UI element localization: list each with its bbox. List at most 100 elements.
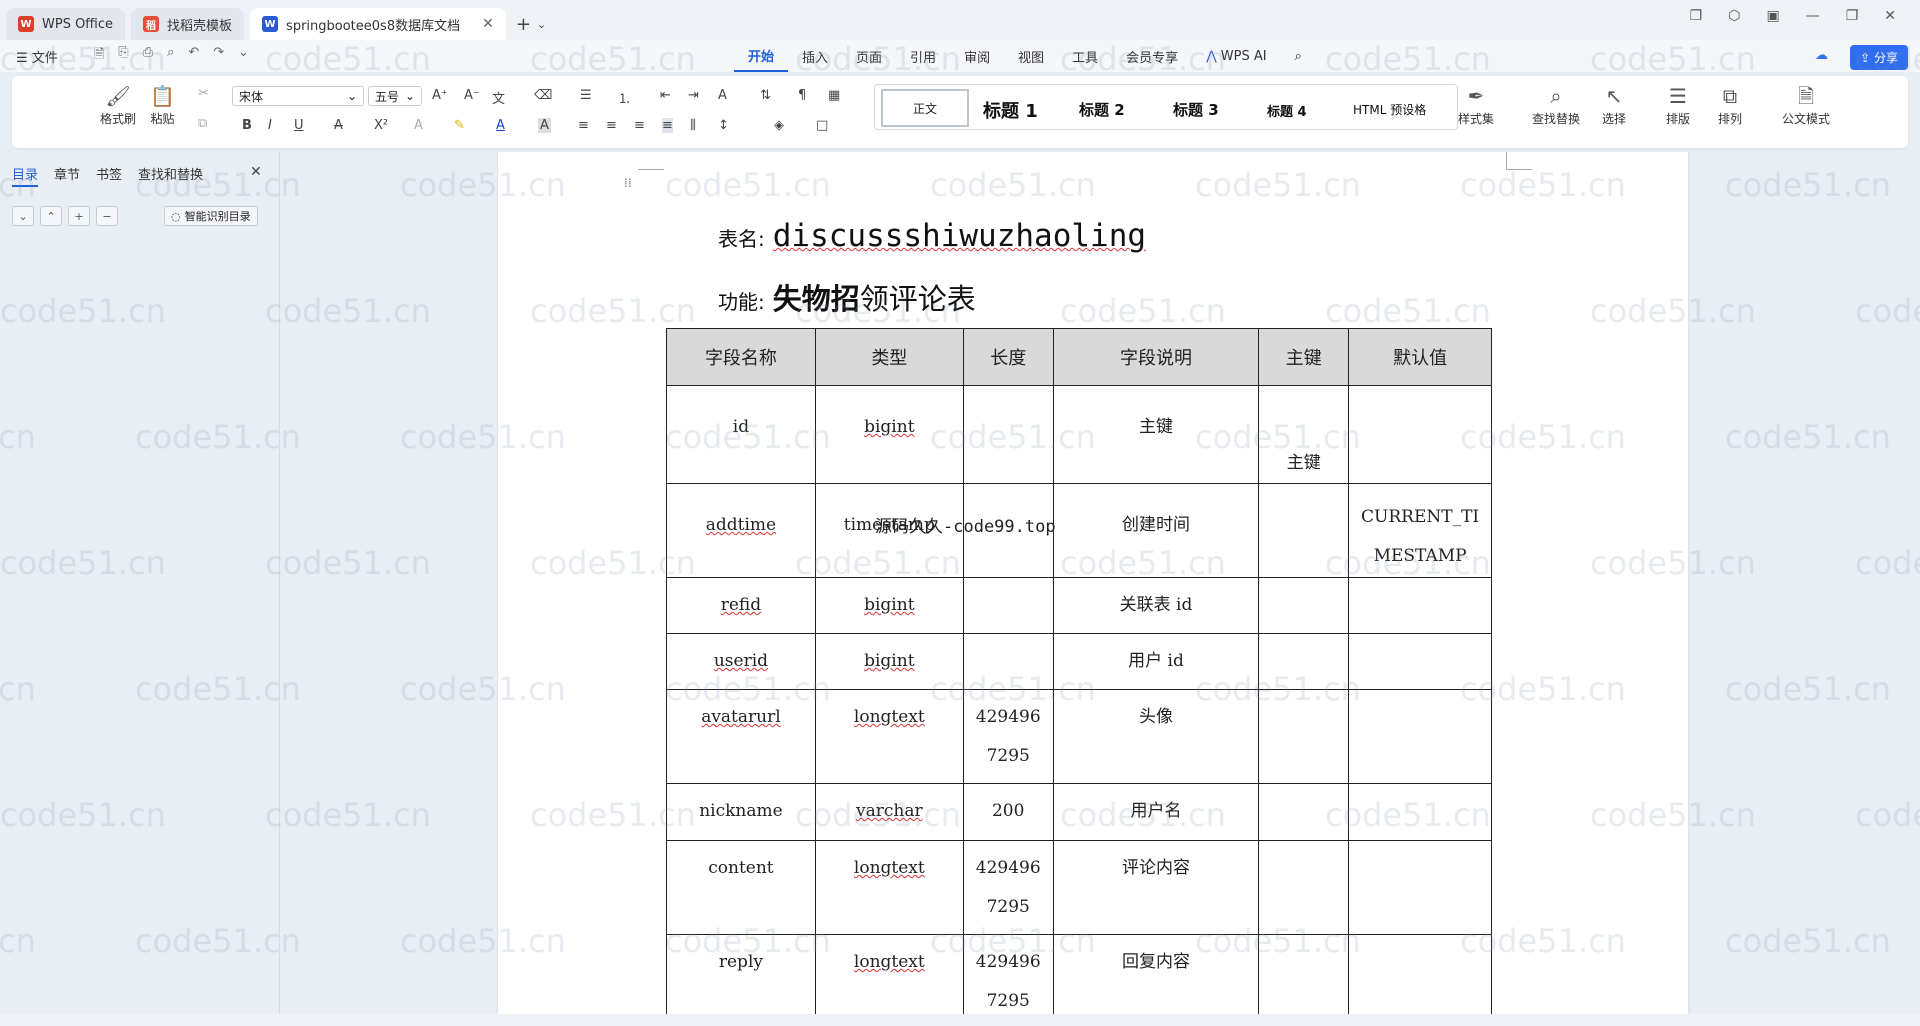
underline-icon[interactable]: U bbox=[294, 118, 304, 133]
tab-document[interactable]: W springbootee0s8数据库文档 ✕ bbox=[250, 8, 506, 40]
format-painter-button[interactable]: 🖌 格式刷 bbox=[100, 86, 136, 127]
smart-toc-button[interactable]: ◌ 智能识别目录 bbox=[164, 206, 258, 226]
cell-description: 主键 bbox=[1052, 385, 1260, 484]
phonetic-icon[interactable]: 文 bbox=[492, 88, 505, 107]
tab-page[interactable]: 页面 bbox=[842, 40, 896, 72]
select-button[interactable]: ↖ 选择 bbox=[1602, 86, 1626, 127]
clear-format-icon[interactable]: ⌫ bbox=[534, 88, 552, 103]
border-icon[interactable]: □ bbox=[816, 118, 828, 133]
decrease-font-icon[interactable]: A⁻ bbox=[464, 88, 480, 103]
style-heading-2[interactable]: 标题 2 bbox=[1079, 99, 1125, 120]
text-effect-icon[interactable]: A bbox=[414, 118, 423, 133]
undo-icon[interactable]: ↶ bbox=[188, 45, 199, 67]
tab-insert[interactable]: 插入 bbox=[788, 40, 842, 72]
window-layout-icon[interactable]: ❐ bbox=[1690, 8, 1703, 24]
distribute-icon[interactable]: ⫼ bbox=[690, 118, 696, 133]
shading-icon[interactable]: ◈ bbox=[774, 118, 784, 133]
tab-bookmarks[interactable]: 书签 bbox=[96, 164, 122, 187]
char-shading-icon[interactable]: A bbox=[538, 118, 551, 133]
tab-toc[interactable]: 目录 bbox=[12, 164, 39, 187]
document-page[interactable]: ⁞⁞ 表名: discussshiwuzhaoling 功能: 失物招领评论表 … bbox=[498, 152, 1688, 1014]
tab-find-replace[interactable]: 查找和替换 bbox=[138, 164, 203, 187]
new-tab-button[interactable]: + ⌄ bbox=[506, 8, 556, 40]
cube-icon[interactable]: ⬡ bbox=[1728, 8, 1740, 24]
search-icon[interactable]: ⌕ bbox=[1281, 40, 1316, 72]
collapse-up-icon[interactable]: ⌃ bbox=[40, 206, 62, 226]
minimize-icon[interactable]: — bbox=[1806, 8, 1820, 24]
text-direction-icon[interactable]: A bbox=[718, 88, 727, 103]
tab-chapters[interactable]: 章节 bbox=[54, 164, 80, 187]
column-header: 主键 bbox=[1258, 328, 1350, 386]
style-heading-1[interactable]: 标题 1 bbox=[983, 97, 1038, 123]
align-center-icon[interactable]: ≡ bbox=[606, 118, 617, 133]
style-set-button[interactable]: ✒ 样式集 bbox=[1458, 86, 1494, 127]
avatar[interactable]: ▣ bbox=[1766, 8, 1779, 24]
tab-member[interactable]: 会员专享 bbox=[1112, 40, 1192, 72]
restore-icon[interactable]: ❐ bbox=[1846, 8, 1859, 24]
close-pane-icon[interactable]: ✕ bbox=[250, 164, 262, 180]
line-spacing-icon[interactable]: ↕ bbox=[718, 118, 729, 133]
increase-font-icon[interactable]: A⁺ bbox=[432, 88, 448, 103]
cell-field-name: nickname bbox=[666, 783, 816, 841]
close-window-icon[interactable]: ✕ bbox=[1884, 8, 1896, 24]
font-name-select[interactable]: 宋体 ⌄ bbox=[232, 86, 364, 106]
tab-label: 找稻壳模板 bbox=[167, 18, 233, 34]
bullets-icon[interactable]: ☰ bbox=[580, 88, 592, 103]
cell-field-name: addtime bbox=[666, 483, 816, 578]
table-icon[interactable]: ▦ bbox=[828, 88, 840, 103]
font-color-icon[interactable]: A bbox=[496, 118, 505, 133]
expand-down-icon[interactable]: ⌄ bbox=[12, 206, 34, 226]
highlight-icon[interactable]: ✎ bbox=[454, 118, 465, 133]
style-html-preformatted[interactable]: HTML 预设格 bbox=[1353, 101, 1426, 118]
print-icon[interactable]: ⎙ bbox=[143, 45, 153, 67]
align-left-icon[interactable]: ≡ bbox=[578, 118, 589, 133]
sort-icon[interactable]: ⇅ bbox=[760, 88, 771, 103]
print-preview-icon[interactable]: ⌕ bbox=[167, 45, 174, 67]
italic-icon[interactable]: I bbox=[268, 118, 272, 133]
ribbon-toolbar: 🖌 格式刷 📋 粘贴 ✂ ⧉ 宋体 ⌄ 五号 ⌄ A⁺ A⁻ 文 ⌫ B I U A… bbox=[12, 76, 1908, 148]
numbering-icon[interactable]: ⒈ bbox=[618, 88, 631, 107]
official-mode-button[interactable]: 🗎 公文模式 bbox=[1782, 86, 1830, 127]
tab-docer[interactable]: 稻 找稻壳模板 bbox=[131, 8, 245, 40]
export-icon[interactable]: ⎘ bbox=[118, 45, 128, 67]
arrange-button[interactable]: ⧉ 排列 bbox=[1718, 86, 1742, 127]
cloud-upload-icon[interactable]: ☁ bbox=[1815, 48, 1828, 63]
copy-icon[interactable]: ⧉ bbox=[198, 116, 207, 131]
show-marks-icon[interactable]: ¶ bbox=[798, 88, 806, 103]
tab-references[interactable]: 引用 bbox=[896, 40, 950, 72]
chevron-down-icon[interactable]: ⌄ bbox=[537, 18, 546, 31]
justify-icon[interactable]: ≡ bbox=[662, 118, 673, 133]
wps-ai-button[interactable]: ⋀ WPS AI bbox=[1192, 40, 1280, 72]
add-icon[interactable]: + bbox=[68, 206, 90, 226]
paste-button[interactable]: 📋 粘贴 bbox=[150, 86, 175, 127]
cell-length bbox=[962, 633, 1054, 690]
align-right-icon[interactable]: ≡ bbox=[634, 118, 645, 133]
style-heading-3[interactable]: 标题 3 bbox=[1173, 99, 1219, 120]
remove-icon[interactable]: − bbox=[96, 206, 118, 226]
font-size-select[interactable]: 五号 ⌄ bbox=[368, 86, 422, 106]
cell-default bbox=[1348, 783, 1492, 841]
cut-icon[interactable]: ✂ bbox=[198, 86, 209, 101]
drag-handle-icon[interactable]: ⁞⁞ bbox=[624, 176, 632, 190]
tab-review[interactable]: 审阅 bbox=[950, 40, 1004, 72]
find-replace-button[interactable]: ⌕ 查找替换 bbox=[1532, 86, 1580, 127]
tab-home[interactable]: 开始 bbox=[734, 40, 789, 72]
bold-icon[interactable]: B bbox=[242, 118, 252, 133]
style-normal[interactable]: 正文 bbox=[881, 89, 969, 127]
superscript-icon[interactable]: X² bbox=[374, 118, 388, 133]
redo-icon[interactable]: ↷ bbox=[213, 45, 224, 67]
strikethrough-icon[interactable]: A bbox=[334, 118, 343, 133]
indent-icon[interactable]: ⇥ bbox=[688, 88, 699, 103]
tab-view[interactable]: 视图 bbox=[1004, 40, 1058, 72]
close-tab-icon[interactable]: ✕ bbox=[482, 16, 494, 32]
tab-wps-office[interactable]: W WPS Office bbox=[6, 8, 126, 40]
outdent-icon[interactable]: ⇤ bbox=[660, 88, 671, 103]
share-button[interactable]: ⇪ 分享 bbox=[1850, 45, 1908, 70]
chevron-down-icon[interactable]: ⌄ bbox=[238, 45, 249, 67]
tab-tools[interactable]: 工具 bbox=[1058, 40, 1112, 72]
layout-button[interactable]: ☰ 排版 bbox=[1666, 86, 1690, 127]
table-row: userid bigint 用户 id bbox=[666, 633, 1492, 690]
save-icon[interactable]: 🗎 bbox=[94, 45, 104, 67]
file-menu[interactable]: ☰ 文件 bbox=[16, 47, 58, 66]
style-heading-4[interactable]: 标题 4 bbox=[1267, 101, 1307, 120]
